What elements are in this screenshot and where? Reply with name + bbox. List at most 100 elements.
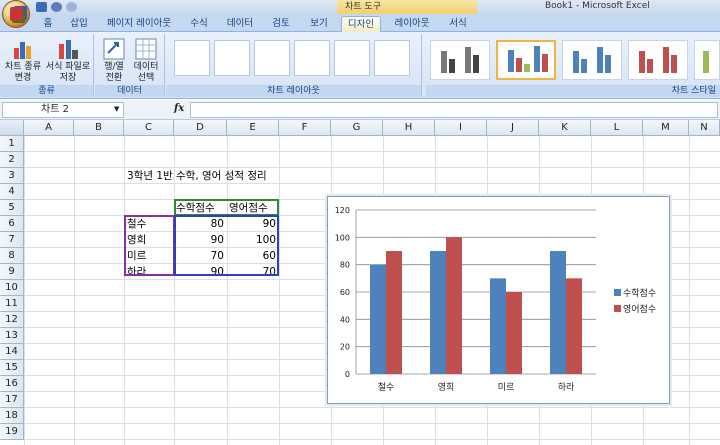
chart-layout-4[interactable]	[294, 40, 330, 76]
tab-insert[interactable]: 삽입	[64, 16, 94, 32]
tab-format[interactable]: 서식	[443, 16, 473, 32]
row-header-19[interactable]: 19	[0, 424, 24, 440]
values-range[interactable]	[174, 215, 279, 276]
column-header-n[interactable]: N	[689, 120, 720, 136]
group-data-label: 데이터	[95, 85, 164, 97]
legend-swatch	[614, 305, 621, 312]
group-type: 차트 종류 변경 서식 파일로 저장 종류	[0, 34, 94, 97]
sheet-title-cell[interactable]: 3학년 1반 수학, 영어 성적 정리	[127, 168, 267, 184]
column-header-h[interactable]: H	[383, 120, 435, 136]
category-range[interactable]	[124, 215, 175, 276]
chart-layout-5[interactable]	[334, 40, 370, 76]
series-name-range[interactable]	[174, 199, 279, 216]
switch-row-column-button[interactable]: 행/열 전환	[99, 38, 129, 84]
bar-수학점수	[550, 251, 566, 374]
chart-style-2[interactable]	[496, 40, 556, 80]
row-header-6[interactable]: 6	[0, 216, 24, 232]
column-header-a[interactable]: A	[24, 120, 74, 136]
x-tick-label: 미르	[498, 382, 515, 393]
row-header-17[interactable]: 17	[0, 392, 24, 408]
chart-style-5[interactable]	[694, 40, 720, 80]
column-header-k[interactable]: K	[539, 120, 591, 136]
column-header-i[interactable]: I	[435, 120, 487, 136]
group-chart-layouts-label: 차트 레이아웃	[166, 85, 421, 97]
row-header-3[interactable]: 3	[0, 168, 24, 184]
tab-view[interactable]: 보기	[304, 16, 334, 32]
row-header-5[interactable]: 5	[0, 200, 24, 216]
chart-object[interactable]: 0 20 40 60 80 100 120 철수 영희 미르 하라 수학점수 영어점수	[327, 196, 670, 404]
select-data-button[interactable]: 데이터 선택	[131, 38, 161, 84]
save-template-button[interactable]: 서식 파일로 저장	[44, 38, 92, 84]
row-header-2[interactable]: 2	[0, 152, 24, 168]
function-icon[interactable]: fx	[174, 103, 184, 114]
column-header-b[interactable]: B	[74, 120, 124, 136]
window-title: Book1 - Microsoft Excel	[545, 1, 650, 11]
select-all-corner[interactable]	[0, 120, 24, 136]
chart-style-3[interactable]	[562, 40, 622, 80]
row-header-7[interactable]: 7	[0, 232, 24, 248]
row-header-14[interactable]: 14	[0, 344, 24, 360]
group-chart-styles: 차트 스타일	[426, 34, 720, 97]
row-header-12[interactable]: 12	[0, 312, 24, 328]
tab-home[interactable]: 홈	[36, 16, 60, 32]
chart-style-4[interactable]	[628, 40, 688, 80]
column-header-c[interactable]: C	[124, 120, 174, 136]
tab-design[interactable]: 디자인	[341, 16, 381, 32]
legend-label: 수학점수	[623, 287, 656, 299]
row-header-15[interactable]: 15	[0, 360, 24, 376]
y-tick-label: 100	[335, 233, 350, 242]
column-header-l[interactable]: L	[591, 120, 643, 136]
save-icon[interactable]	[36, 2, 47, 12]
formula-input[interactable]	[190, 102, 718, 118]
redo-icon[interactable]	[66, 2, 77, 12]
row-header-11[interactable]: 11	[0, 296, 24, 312]
bar-영어점수	[386, 251, 402, 374]
chart-layout-1[interactable]	[174, 40, 210, 76]
office-button[interactable]	[2, 0, 30, 28]
bar-수학점수	[490, 278, 506, 374]
name-box[interactable]: 차트 2	[2, 102, 124, 118]
chart-layout-3[interactable]	[254, 40, 290, 76]
undo-icon[interactable]	[51, 2, 62, 12]
x-tick-label: 철수	[378, 382, 395, 393]
column-header-m[interactable]: M	[643, 120, 689, 136]
column-header-f[interactable]: F	[279, 120, 331, 136]
chart-layout-6[interactable]	[374, 40, 410, 76]
quick-access-toolbar	[36, 1, 77, 13]
chart-style-1[interactable]	[430, 40, 490, 80]
row-header-16[interactable]: 16	[0, 376, 24, 392]
chart-layout-2[interactable]	[214, 40, 250, 76]
tab-review[interactable]: 검토	[266, 16, 296, 32]
column-header-g[interactable]: G	[331, 120, 383, 136]
x-tick-label: 영희	[438, 381, 455, 393]
row-header-4[interactable]: 4	[0, 184, 24, 200]
row-header-10[interactable]: 10	[0, 280, 24, 296]
legend-label: 영어점수	[623, 303, 656, 315]
title-bar: 차트 도구 Book1 - Microsoft Excel	[0, 0, 720, 14]
row-header-18[interactable]: 18	[0, 408, 24, 424]
y-tick-label: 20	[340, 343, 350, 352]
tab-data[interactable]: 데이터	[222, 16, 258, 32]
tab-layout[interactable]: 레이아웃	[389, 16, 435, 32]
tab-page-layout[interactable]: 페이지 레이아웃	[102, 16, 176, 32]
chart-tools-label: 차트 도구	[337, 0, 477, 14]
row-header-1[interactable]: 1	[0, 136, 24, 152]
bar-영어점수	[446, 237, 462, 374]
switch-row-column-label: 행/열 전환	[104, 62, 124, 83]
row-header-9[interactable]: 9	[0, 264, 24, 280]
change-chart-type-button[interactable]: 차트 종류 변경	[2, 38, 44, 84]
bar-영어점수	[506, 292, 522, 374]
ribbon: 차트 종류 변경 서식 파일로 저장 종류 행/열 전환 데이터 선택 데이터	[0, 32, 720, 99]
change-chart-type-label: 차트 종류 변경	[5, 62, 41, 83]
column-chart[interactable]: 0 20 40 60 80 100 120 철수 영희 미르 하라 수학점수영어점수	[328, 197, 671, 405]
row-header-13[interactable]: 13	[0, 328, 24, 344]
tab-formulas[interactable]: 수식	[184, 16, 214, 32]
y-tick-label: 80	[340, 261, 350, 270]
legend-swatch	[614, 289, 621, 296]
column-header-e[interactable]: E	[227, 120, 279, 136]
column-header-d[interactable]: D	[174, 120, 227, 136]
column-header-j[interactable]: J	[487, 120, 539, 136]
row-header-8[interactable]: 8	[0, 248, 24, 264]
name-box-dropdown-icon[interactable]: ▼	[114, 105, 119, 113]
group-data: 행/열 전환 데이터 선택 데이터	[95, 34, 165, 97]
